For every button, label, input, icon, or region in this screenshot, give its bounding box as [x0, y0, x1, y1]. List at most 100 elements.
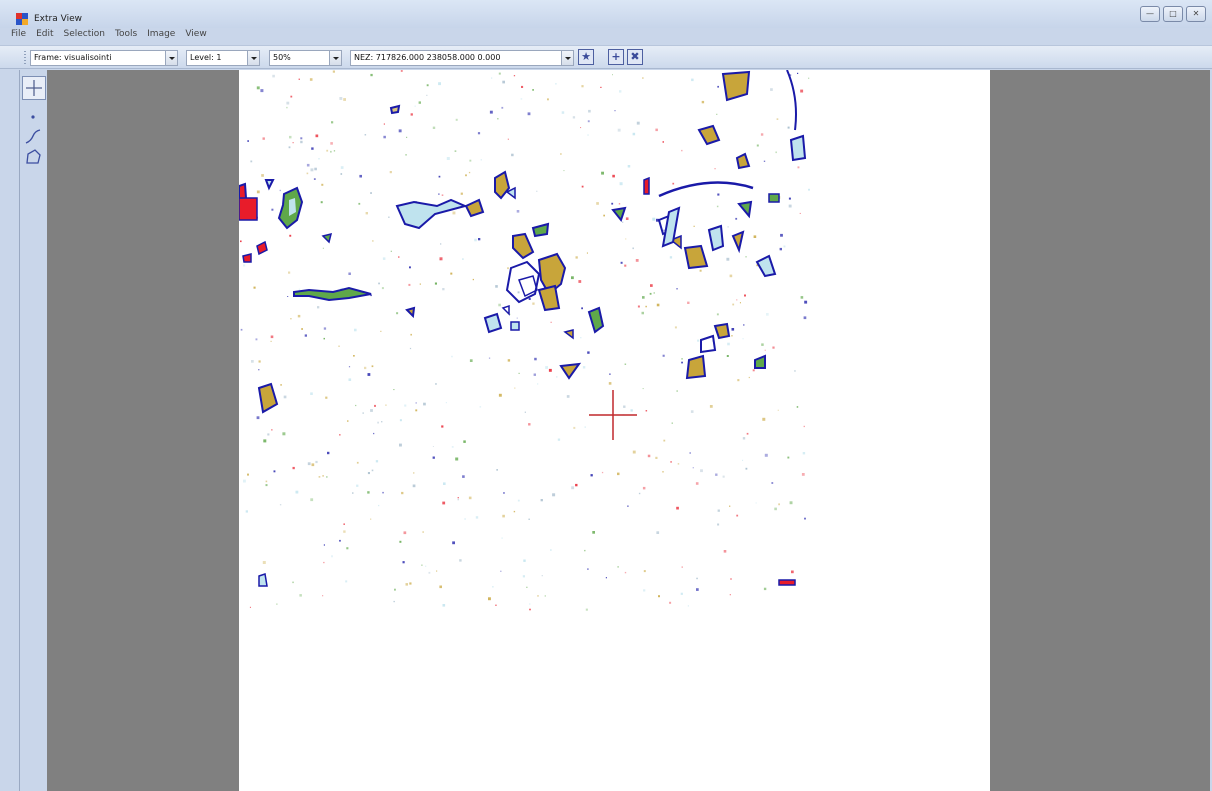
- map-speckle: [550, 549, 552, 551]
- star-button[interactable]: ★: [578, 49, 594, 65]
- map-speckle: [362, 412, 364, 414]
- close-button[interactable]: ✕: [1186, 6, 1206, 22]
- map-speckle: [692, 467, 694, 469]
- map-speckle: [491, 77, 493, 79]
- map-feature: [685, 354, 707, 380]
- map-feature: [531, 222, 550, 238]
- menu-tools[interactable]: Tools: [110, 28, 142, 41]
- map-speckle: [516, 210, 520, 213]
- map-speckle: [289, 234, 292, 237]
- map-speckle: [624, 363, 627, 365]
- map-speckle: [560, 153, 562, 155]
- map-speckle: [497, 118, 499, 120]
- map-speckle: [250, 160, 253, 163]
- map-speckle: [739, 302, 741, 304]
- map-speckle: [311, 463, 315, 467]
- map-feature: [768, 193, 780, 203]
- map-canvas[interactable]: [47, 70, 1210, 791]
- map-speckle: [742, 437, 746, 440]
- coordinate-select[interactable]: NEZ: 717826.000 238058.000 0.000: [350, 50, 574, 66]
- map-feature: [537, 284, 561, 312]
- map-feature: [643, 176, 650, 195]
- map-speckle: [730, 578, 732, 580]
- map-speckle: [462, 258, 464, 260]
- map-speckle: [321, 183, 324, 186]
- level-select[interactable]: Level: 1: [186, 50, 260, 66]
- map-speckle: [655, 456, 658, 459]
- map-speckle: [650, 284, 653, 287]
- clear-button[interactable]: ✖: [627, 49, 643, 65]
- map-feature: [256, 240, 268, 256]
- map-speckle: [643, 589, 646, 592]
- map-speckle: [746, 432, 749, 435]
- map-speckle: [581, 85, 584, 88]
- menu-image[interactable]: Image: [142, 28, 180, 41]
- map-speckle: [289, 135, 292, 139]
- map-speckle: [243, 264, 246, 267]
- map-speckle: [455, 457, 459, 461]
- map-speckle: [372, 240, 374, 242]
- chevron-down-icon[interactable]: [165, 51, 177, 65]
- map-speckle: [783, 245, 786, 248]
- map-speckle: [340, 166, 344, 169]
- minimize-button[interactable]: —: [1140, 6, 1160, 22]
- map-speckle: [652, 217, 656, 221]
- speckle-layer: [240, 70, 810, 611]
- map-speckle: [764, 453, 768, 457]
- map-speckle: [450, 272, 453, 275]
- line-tool[interactable]: [22, 125, 44, 147]
- map-speckle: [315, 460, 318, 464]
- map-speckle: [333, 150, 336, 152]
- toolbar-grip[interactable]: [24, 51, 26, 65]
- map-speckle: [766, 313, 769, 316]
- map-speckle: [647, 454, 651, 458]
- map-speckle: [580, 337, 582, 339]
- map-speckle: [403, 531, 407, 535]
- add-button[interactable]: +: [608, 49, 624, 65]
- map-feature: [683, 244, 709, 270]
- zoom-select[interactable]: 50%: [269, 50, 342, 66]
- map-speckle: [323, 561, 325, 564]
- map-speckle: [561, 111, 565, 114]
- map-feature: [611, 206, 627, 223]
- map-speckle: [352, 492, 354, 494]
- cursor-tool[interactable]: [22, 76, 46, 100]
- frame-select[interactable]: Frame: visualisointi: [30, 50, 178, 66]
- map-page[interactable]: [239, 70, 990, 791]
- map-speckle: [653, 292, 655, 294]
- map-speckle: [744, 294, 746, 297]
- map-speckle: [270, 335, 274, 339]
- map-speckle: [258, 360, 261, 363]
- maximize-button[interactable]: □: [1163, 6, 1183, 22]
- map-speckle: [513, 510, 516, 513]
- menu-file[interactable]: File: [0, 28, 31, 41]
- map-speckle: [662, 471, 664, 473]
- map-speckle: [787, 126, 790, 129]
- menu-view[interactable]: View: [180, 28, 211, 41]
- chevron-down-icon[interactable]: [247, 51, 259, 65]
- map-speckle: [364, 366, 367, 370]
- map-speckle: [731, 335, 733, 337]
- map-speckle: [575, 256, 578, 259]
- map-speckle: [513, 75, 516, 77]
- map-speckle: [495, 285, 498, 288]
- map-speckle: [290, 318, 292, 320]
- map-speckle: [432, 126, 436, 129]
- chevron-down-icon[interactable]: [329, 51, 341, 65]
- map-speckle: [355, 404, 357, 407]
- menu-selection[interactable]: Selection: [59, 28, 110, 41]
- map-speckle: [532, 89, 534, 91]
- map-speckle: [716, 113, 718, 115]
- menu-edit[interactable]: Edit: [31, 28, 58, 41]
- map-speckle: [253, 286, 256, 289]
- map-speckle: [620, 261, 623, 264]
- map-speckle: [748, 376, 750, 379]
- chevron-down-icon[interactable]: [561, 51, 573, 65]
- map-speckle: [382, 491, 384, 494]
- map-speckle: [779, 247, 782, 251]
- map-speckle: [632, 450, 636, 454]
- polygon-tool[interactable]: [22, 146, 44, 168]
- map-speckle: [313, 178, 316, 180]
- map-speckle: [772, 346, 775, 349]
- map-speckle: [498, 393, 502, 397]
